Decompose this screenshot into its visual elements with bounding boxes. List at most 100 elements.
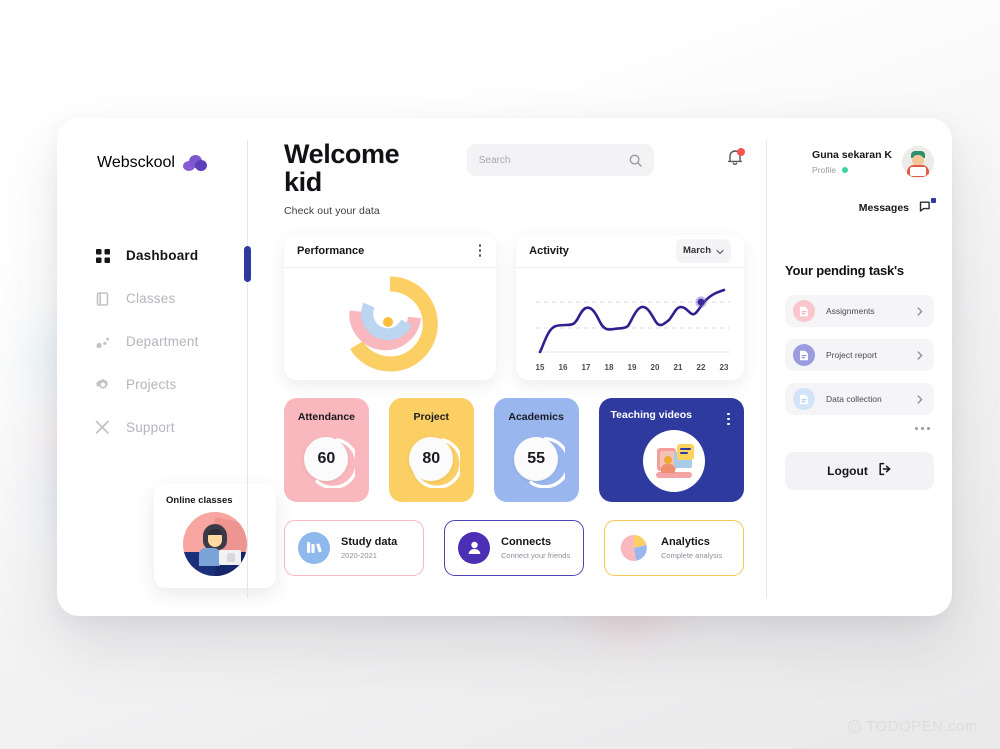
stat-title: Project bbox=[413, 410, 450, 423]
x-tick-label: 20 bbox=[651, 363, 660, 372]
stat-title: Attendance bbox=[297, 410, 356, 423]
sidebar-item-support[interactable]: Support bbox=[57, 406, 247, 449]
kebab-menu-icon[interactable] bbox=[477, 240, 484, 261]
cloud-icon bbox=[182, 155, 207, 171]
link-subtitle: 2020-2021 bbox=[341, 550, 377, 560]
sidebar-nav: Dashboard Classes Department Projects Su… bbox=[57, 234, 247, 449]
sidebar-item-label: Support bbox=[126, 420, 175, 435]
search-bar[interactable] bbox=[466, 144, 654, 176]
sidebar-item-label: Projects bbox=[126, 377, 177, 392]
activity-chart: 15 16 17 18 19 20 21 22 23 bbox=[516, 268, 744, 380]
profile-role: Profile bbox=[812, 165, 837, 175]
sidebar: Websckool Dashboard Classes Department P… bbox=[57, 118, 276, 616]
logout-icon bbox=[878, 462, 892, 481]
watermark: @ TODOPEN.com bbox=[848, 718, 978, 735]
teaching-videos-card[interactable]: Teaching videos bbox=[598, 397, 745, 502]
ellipsis-icon[interactable] bbox=[785, 427, 934, 430]
sidebar-item-classes[interactable]: Classes bbox=[57, 277, 247, 320]
charts-row: Performance Activity March 15 16 17 18 1… bbox=[284, 234, 744, 380]
welcome-block: Welcome kid Check out your data bbox=[284, 138, 415, 217]
task-label: Data collection bbox=[826, 394, 882, 404]
search-icon bbox=[629, 154, 642, 167]
x-tick-label: 15 bbox=[536, 363, 545, 372]
messages-badge bbox=[931, 198, 936, 203]
watermark-text: TODOPEN.com bbox=[866, 718, 978, 735]
link-title: Study data bbox=[341, 535, 398, 548]
pie-chart-icon bbox=[618, 532, 650, 564]
attendance-gauge: 60 bbox=[297, 430, 356, 488]
gear-icon bbox=[95, 377, 110, 392]
connects-card[interactable]: Connects Connect your friends bbox=[444, 519, 584, 576]
screenshot-root: Websckool Dashboard Classes Department P… bbox=[0, 0, 1000, 749]
profile-status: Profile bbox=[812, 165, 892, 175]
task-label: Project report bbox=[826, 350, 878, 360]
online-status-dot bbox=[842, 167, 849, 173]
logout-button[interactable]: Logout bbox=[785, 452, 934, 490]
sidebar-item-department[interactable]: Department bbox=[57, 320, 247, 363]
month-label: March bbox=[683, 245, 711, 257]
performance-chart bbox=[284, 268, 496, 380]
x-tick-label: 23 bbox=[720, 363, 729, 372]
books-icon bbox=[298, 531, 330, 564]
chevron-right-icon bbox=[917, 350, 923, 360]
profile-row[interactable]: Guna sekaran K Profile bbox=[785, 146, 934, 178]
avatar[interactable] bbox=[902, 146, 934, 178]
x-tick-label: 22 bbox=[697, 363, 706, 372]
search-input[interactable] bbox=[478, 154, 621, 166]
user-icon bbox=[458, 531, 490, 564]
task-item-data-collection[interactable]: Data collection bbox=[785, 383, 934, 415]
messages-link[interactable]: Messages bbox=[785, 198, 936, 215]
link-subtitle: Connect your friends bbox=[501, 550, 571, 560]
x-tick-label: 21 bbox=[674, 363, 683, 372]
performance-card: Performance bbox=[284, 234, 497, 380]
teaching-videos-title: Teaching videos bbox=[610, 408, 693, 421]
document-icon bbox=[793, 300, 815, 322]
month-dropdown[interactable]: March bbox=[676, 238, 731, 263]
kebab-menu-icon[interactable] bbox=[725, 409, 732, 430]
activity-card: Activity March 15 16 17 18 19 20 21 22 2… bbox=[516, 234, 744, 380]
activity-line-chart: 15 16 17 18 19 20 21 22 23 bbox=[536, 288, 731, 372]
stat-card-project[interactable]: Project 80 bbox=[388, 397, 474, 502]
book-icon bbox=[95, 291, 110, 306]
x-tick-label: 17 bbox=[582, 363, 591, 372]
profile-name: Guna sekaran K bbox=[812, 149, 892, 161]
pending-tasks-list: Assignments Project report Data collecti… bbox=[785, 295, 934, 415]
project-gauge: 80 bbox=[402, 430, 461, 488]
student-laptop-illustration bbox=[183, 512, 247, 576]
chevron-right-icon bbox=[917, 394, 923, 404]
sidebar-item-label: Classes bbox=[126, 291, 176, 306]
message-flag-icon bbox=[919, 198, 936, 215]
tools-icon bbox=[95, 420, 110, 435]
task-item-assignments[interactable]: Assignments bbox=[785, 295, 934, 327]
task-item-project-report[interactable]: Project report bbox=[785, 339, 934, 371]
study-data-card[interactable]: Study data 2020-2021 bbox=[284, 519, 424, 576]
logout-label: Logout bbox=[827, 464, 868, 478]
brand-logo[interactable]: Websckool bbox=[57, 154, 247, 172]
stat-value: 60 bbox=[304, 436, 349, 481]
notifications-button[interactable] bbox=[726, 148, 745, 170]
stat-card-attendance[interactable]: Attendance 60 bbox=[284, 397, 369, 502]
document-icon bbox=[793, 388, 815, 410]
activity-title: Activity bbox=[529, 244, 569, 257]
main-content: Welcome kid Check out your data Search P… bbox=[248, 118, 766, 616]
sidebar-item-dashboard[interactable]: Dashboard bbox=[57, 234, 247, 277]
sidebar-item-label: Department bbox=[126, 334, 199, 349]
page-title: Welcome kid bbox=[284, 139, 400, 198]
video-lesson-illustration bbox=[642, 429, 705, 492]
stat-value: 80 bbox=[409, 436, 454, 481]
links-row: Study data 2020-2021 Connects Connect yo… bbox=[284, 519, 744, 576]
pending-tasks-title: Your pending task's bbox=[785, 263, 904, 278]
sidebar-item-projects[interactable]: Projects bbox=[57, 363, 247, 406]
analytics-card[interactable]: Analytics Complete analysis bbox=[604, 519, 744, 576]
watermark-mark: @ bbox=[848, 720, 862, 733]
chevron-right-icon bbox=[917, 306, 923, 316]
stat-title: Academics bbox=[508, 410, 564, 423]
stat-card-academics[interactable]: Academics 55 bbox=[493, 397, 579, 502]
page-subtitle: Check out your data bbox=[284, 204, 380, 217]
academics-gauge: 55 bbox=[507, 430, 566, 488]
link-subtitle: Complete analysis bbox=[661, 550, 723, 560]
x-tick-label: 18 bbox=[605, 363, 614, 372]
app-window: Websckool Dashboard Classes Department P… bbox=[57, 118, 952, 616]
brand-name: Websckool bbox=[97, 154, 175, 171]
sidebar-item-label: Dashboard bbox=[126, 248, 199, 263]
